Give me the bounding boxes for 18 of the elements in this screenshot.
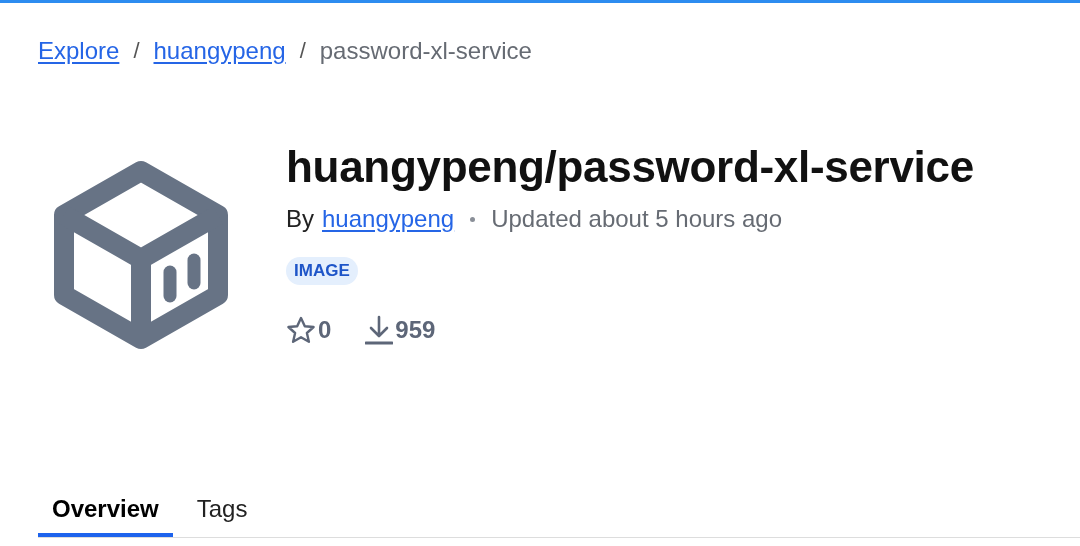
breadcrumb-separator: /	[299, 38, 306, 64]
breadcrumb-link[interactable]: Explore	[38, 37, 120, 65]
breadcrumb-separator: /	[133, 38, 140, 64]
star-icon	[286, 316, 316, 344]
tab[interactable]: Tags	[182, 489, 262, 537]
tab[interactable]: Overview	[38, 489, 173, 537]
separator-dot	[470, 216, 476, 222]
download-count: 959	[395, 316, 436, 344]
star-count: 0	[318, 316, 332, 344]
author-link[interactable]: huangypeng	[322, 205, 455, 233]
repository-title: huangypeng/password-xl-service	[286, 141, 974, 193]
download-icon	[365, 315, 394, 345]
updated-time: Updated about 5 hours ago	[491, 205, 783, 233]
image-tag: IMAGE	[286, 257, 358, 285]
breadcrumb-current: password-xl-service	[319, 37, 532, 65]
breadcrumb-link[interactable]: huangypeng	[153, 37, 286, 65]
author-prefix: By	[286, 205, 314, 233]
container-cube-icon	[52, 159, 230, 351]
